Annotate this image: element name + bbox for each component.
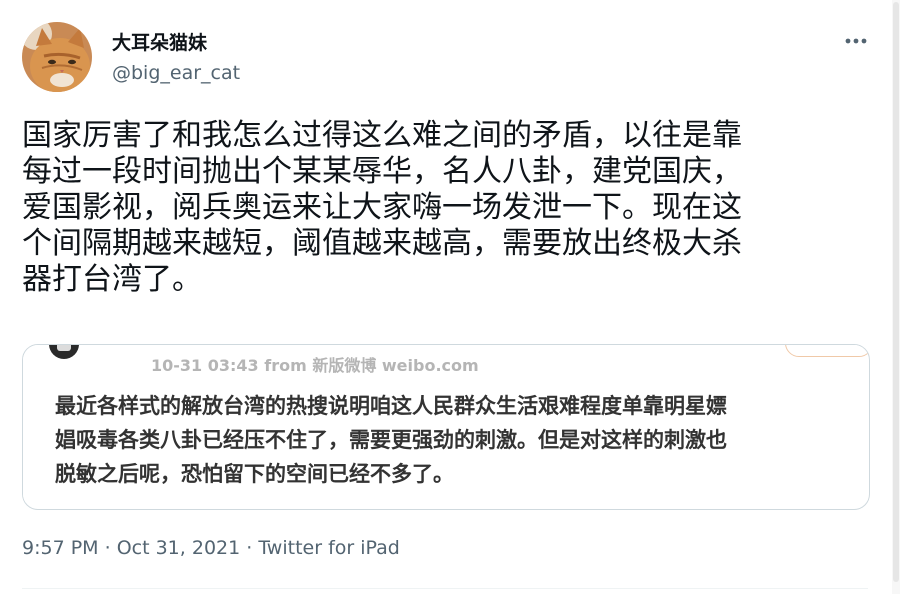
user-handle[interactable]: @big_ear_cat [112,62,240,84]
timestamp-separator: · [246,537,253,559]
tweet-date-link[interactable]: Oct 31, 2021 [117,537,241,559]
timestamp-separator: · [104,537,111,559]
display-name[interactable]: 大耳朵猫妹 [112,28,207,55]
tweet-text: 国家厉害了和我怎么过得这么难之间的矛盾，以往是靠 每过一段时间抛出个某某辱华，名… [22,118,742,297]
scrollbar-thumb[interactable] [893,2,899,582]
more-horizontal-icon [845,38,867,44]
weibo-avatar [49,345,79,359]
weibo-follow-bubble [785,345,869,357]
more-options-button[interactable] [842,30,870,52]
weibo-screenshot: 10-31 03:43 from 新版微博 weibo.com 最近各样式的解放… [23,345,869,503]
tweet-timestamp: 9:57 PM · Oct 31, 2021 · Twitter for iPa… [22,537,400,559]
weibo-post-meta: 10-31 03:43 from 新版微博 weibo.com [151,356,479,375]
divider [22,588,868,589]
scrollbar[interactable] [892,0,900,594]
tweet-source-link[interactable]: Twitter for iPad [258,537,399,559]
attached-image[interactable]: 10-31 03:43 from 新版微博 weibo.com 最近各样式的解放… [22,344,870,510]
tweet: 大耳朵猫妹 @big_ear_cat 国家厉害了和我怎么过得这么难之间的矛盾，以… [0,0,888,594]
weibo-post-text: 最近各样式的解放台湾的热搜说明咱这人民群众生活艰难程度单靠明星嫖 娼吸毒各类八卦… [55,394,727,486]
tweet-time-link[interactable]: 9:57 PM [22,537,99,559]
cat-avatar-image [22,22,92,92]
avatar[interactable] [22,22,92,92]
weibo-avatar-face [57,345,71,351]
